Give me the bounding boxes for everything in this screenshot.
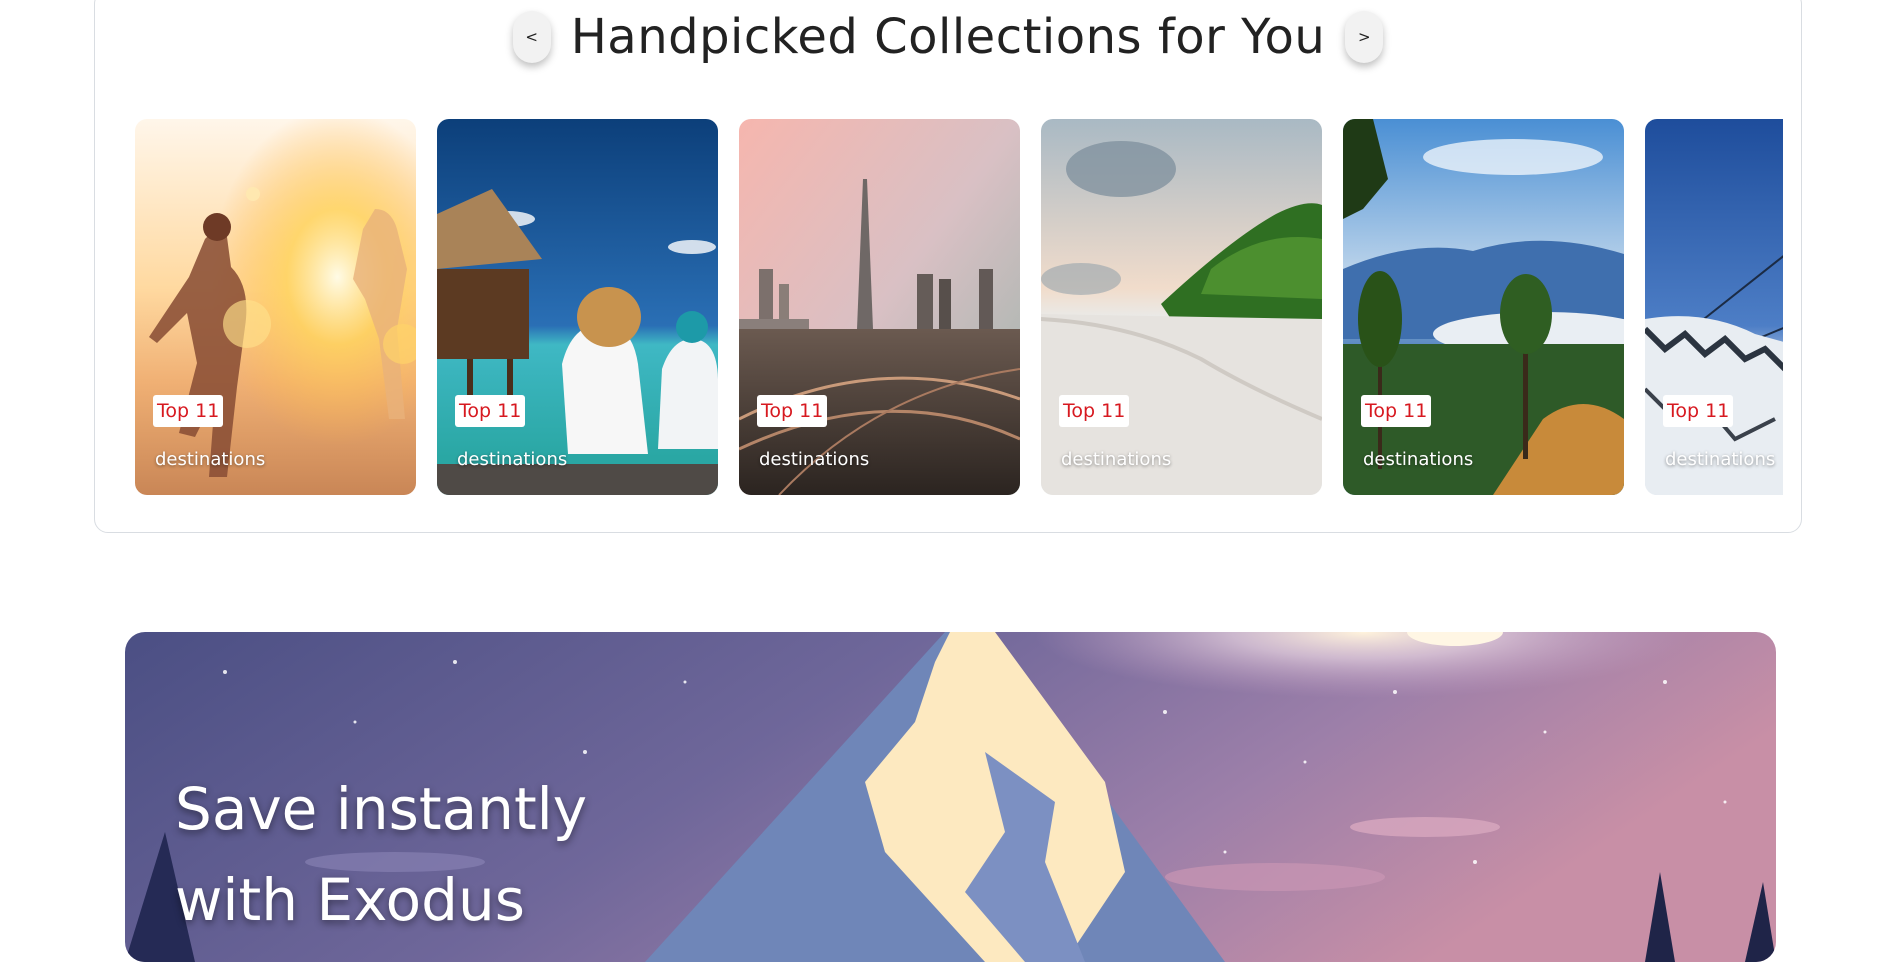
destination-badge: Top 11 xyxy=(1663,395,1734,427)
destination-image xyxy=(1041,119,1322,495)
destination-caption: destinations xyxy=(457,449,568,470)
destination-badge: Top 11 xyxy=(455,395,526,427)
collections-section: < Handpicked Collections for You > Top 1… xyxy=(94,0,1802,533)
destination-badge: Top 11 xyxy=(153,395,224,427)
destination-badge: Top 11 xyxy=(1059,395,1130,427)
destination-image xyxy=(437,119,718,495)
carousel-prev-button[interactable]: < xyxy=(512,11,551,63)
destination-caption: destinations xyxy=(759,449,870,470)
destination-image xyxy=(135,119,416,495)
destination-image xyxy=(1343,119,1624,495)
destination-image xyxy=(1645,119,1783,495)
destination-card[interactable]: Top 11 destinations xyxy=(437,119,718,495)
carousel-next-button[interactable]: > xyxy=(1345,11,1384,63)
destination-caption: destinations xyxy=(1665,449,1776,470)
promo-banner[interactable]: Save instantly with Exodus xyxy=(125,632,1776,962)
destination-card[interactable]: Top 11 destinations xyxy=(739,119,1020,495)
destination-card[interactable]: Top 11 destinations xyxy=(135,119,416,495)
destination-caption: destinations xyxy=(1363,449,1474,470)
destination-badge: Top 11 xyxy=(1361,395,1432,427)
destination-caption: destinations xyxy=(1061,449,1172,470)
promo-title-line-2: with Exodus xyxy=(175,866,525,934)
collections-heading-row: < Handpicked Collections for You > xyxy=(95,1,1801,73)
destination-image xyxy=(739,119,1020,495)
destination-card[interactable]: Top 11 destinations xyxy=(1645,119,1783,495)
promo-title: Save instantly with Exodus xyxy=(175,764,695,946)
collections-carousel[interactable]: Top 11 destinations Top 11 destinations … xyxy=(135,119,1783,495)
section-title: Handpicked Collections for You xyxy=(570,9,1326,65)
destination-badge: Top 11 xyxy=(757,395,828,427)
destination-card[interactable]: Top 11 destinations xyxy=(1343,119,1624,495)
destination-caption: destinations xyxy=(155,449,266,470)
promo-title-line-1: Save instantly xyxy=(175,775,588,843)
destination-card[interactable]: Top 11 destinations xyxy=(1041,119,1322,495)
